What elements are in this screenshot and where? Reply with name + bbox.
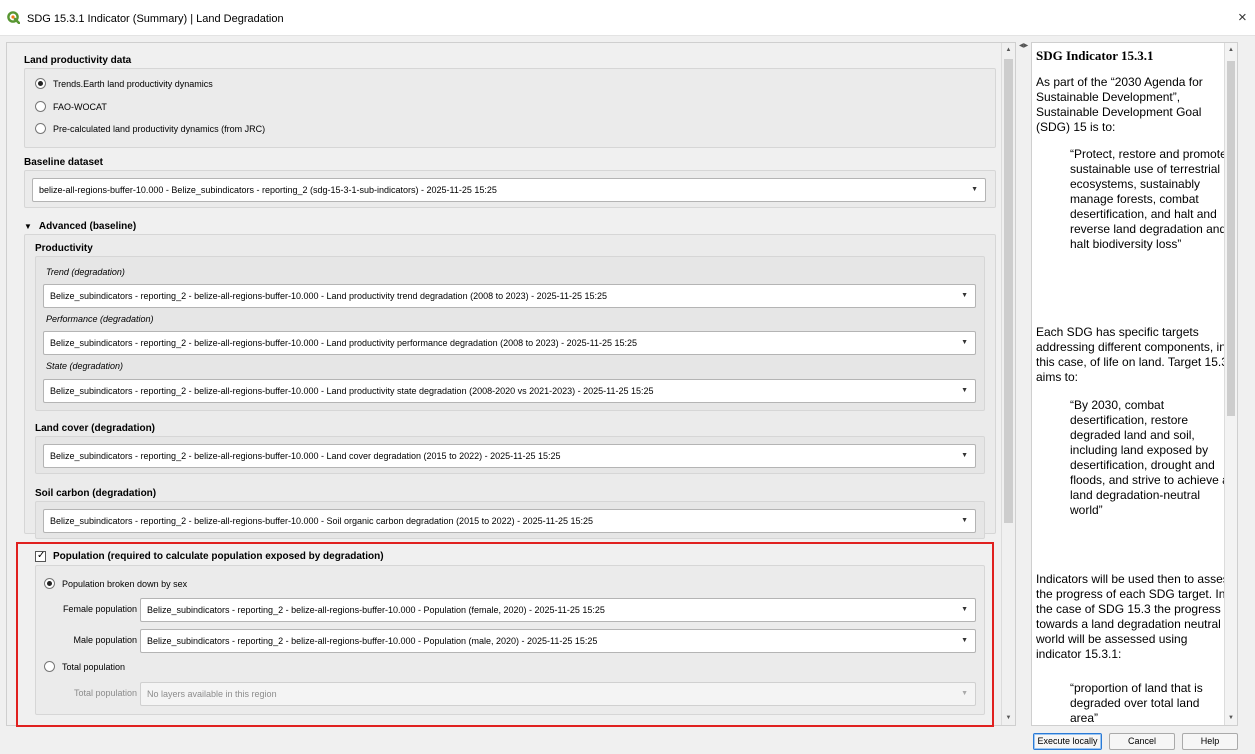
window-title: SDG 15.3.1 Indicator (Summary) | Land De… bbox=[27, 13, 284, 25]
trend-degradation-combo[interactable]: Belize_subindicators - reporting_2 - bel… bbox=[43, 284, 976, 308]
execute-locally-button[interactable]: Execute locally bbox=[1033, 733, 1102, 750]
radio-population-by-sex[interactable]: Population broken down by sex bbox=[44, 578, 187, 589]
chevron-down-icon: ▼ bbox=[961, 452, 968, 459]
radio-label: Trends.Earth land productivity dynamics bbox=[53, 78, 213, 89]
help-text-pane: SDG Indicator 15.3.1 As part of the “203… bbox=[1031, 42, 1238, 726]
radio-trends-earth-lpd[interactable]: Trends.Earth land productivity dynamics bbox=[35, 78, 213, 89]
help-paragraph-1: As part of the “2030 Agenda for Sustaina… bbox=[1036, 75, 1203, 134]
radio-label: Total population bbox=[62, 661, 126, 672]
radio-jrc-lpd[interactable]: Pre-calculated land productivity dynamic… bbox=[35, 123, 265, 134]
scroll-thumb[interactable] bbox=[1004, 59, 1013, 523]
total-population-combo[interactable]: No layers available in this region ▼ bbox=[140, 682, 976, 706]
combo-value: Belize_subindicators - reporting_2 - bel… bbox=[50, 291, 608, 301]
scroll-thumb[interactable] bbox=[1227, 61, 1235, 416]
help-scrollbar[interactable]: ▲ ▼ bbox=[1224, 43, 1237, 725]
advanced-baseline-toggle[interactable]: ▼ Advanced (baseline) bbox=[24, 221, 136, 232]
scroll-down-icon[interactable]: ▼ bbox=[1225, 711, 1237, 725]
combo-value: No layers available in this region bbox=[147, 689, 277, 699]
splitter-handle-icon[interactable]: ◀▶ bbox=[1019, 42, 1028, 49]
help-heading: SDG Indicator 15.3.1 bbox=[1036, 48, 1154, 63]
soil-carbon-title: Soil carbon (degradation) bbox=[35, 488, 157, 499]
form-scroll-area: Land productivity data Trends.Earth land… bbox=[6, 42, 1016, 726]
qgis-logo-icon bbox=[7, 11, 20, 24]
radio-label: Pre-calculated land productivity dynamic… bbox=[53, 123, 266, 134]
title-bar: SDG 15.3.1 Indicator (Summary) | Land De… bbox=[0, 0, 1255, 36]
advanced-baseline-title: Advanced (baseline) bbox=[38, 221, 137, 232]
total-population-label: Total population bbox=[73, 688, 137, 698]
state-label: State (degradation) bbox=[46, 361, 124, 371]
radio-indicator bbox=[35, 123, 46, 134]
chevron-down-icon: ▼ bbox=[961, 606, 968, 613]
female-population-combo[interactable]: Belize_subindicators - reporting_2 - bel… bbox=[140, 598, 976, 622]
help-button[interactable]: Help bbox=[1182, 733, 1238, 750]
population-title: Population (required to calculate popula… bbox=[53, 551, 384, 562]
help-quote-3: “proportion of land that is degraded ove… bbox=[1070, 681, 1203, 725]
state-degradation-combo[interactable]: Belize_subindicators - reporting_2 - bel… bbox=[43, 379, 976, 403]
female-population-label: Female population bbox=[62, 604, 137, 614]
male-population-combo[interactable]: Belize_subindicators - reporting_2 - bel… bbox=[140, 629, 976, 653]
help-quote-2: “By 2030, combat desertification, restor… bbox=[1070, 398, 1229, 517]
help-paragraph-2: Each SDG has specific targets addressing… bbox=[1036, 325, 1228, 384]
radio-indicator bbox=[44, 578, 55, 589]
cancel-button[interactable]: Cancel bbox=[1109, 733, 1175, 750]
radio-indicator bbox=[44, 661, 55, 672]
trend-label: Trend (degradation) bbox=[46, 267, 125, 277]
scroll-up-icon[interactable]: ▲ bbox=[1225, 43, 1237, 57]
chevron-down-icon: ▼ bbox=[961, 637, 968, 644]
combo-value: Belize_subindicators - reporting_2 - bel… bbox=[50, 386, 654, 396]
combo-value: belize-all-regions-buffer-10.000 - Beliz… bbox=[39, 185, 497, 195]
combo-value: Belize_subindicators - reporting_2 - bel… bbox=[147, 605, 605, 615]
close-icon[interactable]: × bbox=[1238, 10, 1247, 25]
chevron-down-icon: ▼ bbox=[961, 292, 968, 299]
help-paragraph-3: Indicators will be used then to assess t… bbox=[1036, 572, 1235, 661]
scroll-down-icon[interactable]: ▼ bbox=[1002, 711, 1015, 725]
soil-carbon-degradation-combo[interactable]: Belize_subindicators - reporting_2 - bel… bbox=[43, 509, 976, 533]
baseline-dataset-title: Baseline dataset bbox=[24, 157, 103, 168]
chevron-down-icon: ▼ bbox=[961, 517, 968, 524]
land-cover-degradation-combo[interactable]: Belize_subindicators - reporting_2 - bel… bbox=[43, 444, 976, 468]
combo-value: Belize_subindicators - reporting_2 - bel… bbox=[50, 516, 593, 526]
radio-indicator bbox=[35, 78, 46, 89]
expand-arrow-icon: ▼ bbox=[24, 222, 32, 231]
radio-label: FAO-WOCAT bbox=[53, 101, 107, 112]
population-checkbox-row[interactable]: Population (required to calculate popula… bbox=[35, 550, 384, 562]
productivity-title: Productivity bbox=[35, 243, 93, 254]
form-scrollbar[interactable]: ▲ ▼ bbox=[1001, 43, 1015, 725]
performance-label: Performance (degradation) bbox=[46, 314, 154, 324]
chevron-down-icon: ▼ bbox=[971, 186, 978, 193]
chevron-down-icon: ▼ bbox=[961, 339, 968, 346]
radio-label: Population broken down by sex bbox=[62, 578, 188, 589]
chevron-down-icon: ▼ bbox=[961, 690, 968, 697]
combo-value: Belize_subindicators - reporting_2 - bel… bbox=[50, 451, 561, 461]
combo-value: Belize_subindicators - reporting_2 - bel… bbox=[50, 338, 638, 348]
land-productivity-title: Land productivity data bbox=[24, 55, 132, 66]
help-quote-1: “Protect, restore and promote sustainabl… bbox=[1070, 147, 1227, 251]
population-checkbox[interactable] bbox=[35, 550, 46, 562]
radio-indicator bbox=[35, 101, 46, 112]
male-population-label: Male population bbox=[73, 635, 137, 645]
performance-degradation-combo[interactable]: Belize_subindicators - reporting_2 - bel… bbox=[43, 331, 976, 355]
radio-total-population[interactable]: Total population bbox=[44, 661, 125, 672]
baseline-dataset-combo[interactable]: belize-all-regions-buffer-10.000 - Beliz… bbox=[32, 178, 986, 202]
combo-value: Belize_subindicators - reporting_2 - bel… bbox=[147, 636, 598, 646]
chevron-down-icon: ▼ bbox=[961, 387, 968, 394]
land-cover-title: Land cover (degradation) bbox=[35, 423, 156, 434]
scroll-up-icon[interactable]: ▲ bbox=[1002, 43, 1015, 57]
radio-fao-wocat[interactable]: FAO-WOCAT bbox=[35, 101, 107, 112]
